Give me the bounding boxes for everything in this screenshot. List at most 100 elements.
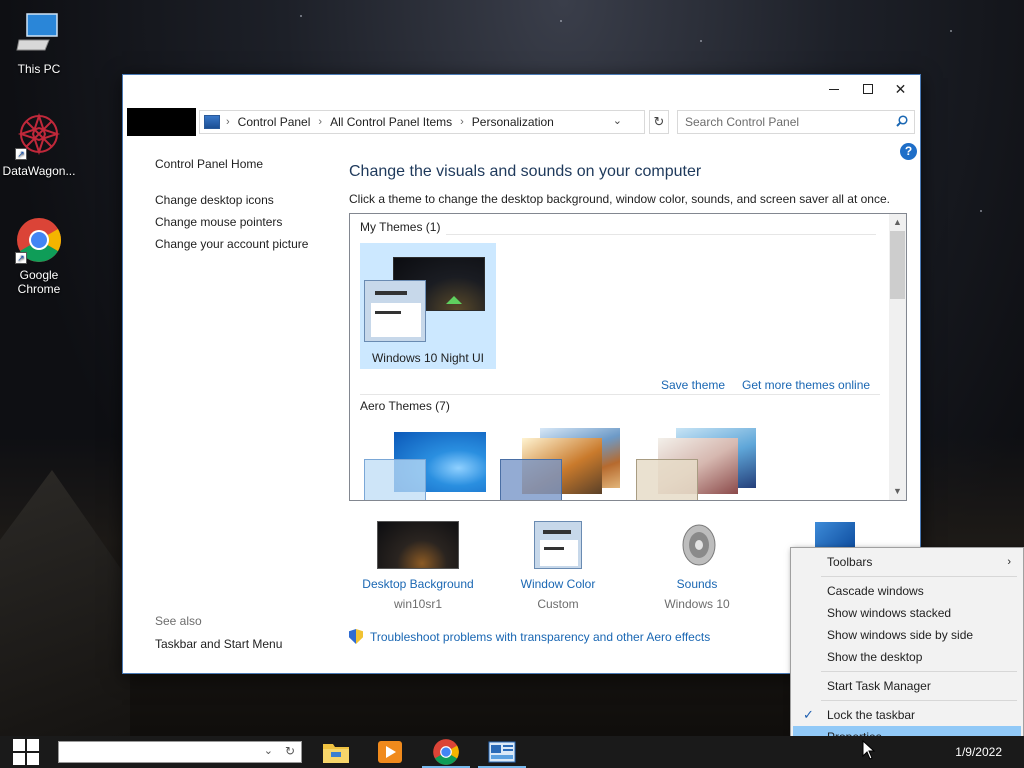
sidebar-item-change-desktop-icons[interactable]: Change desktop icons	[155, 193, 335, 207]
star	[700, 40, 702, 42]
desktop-icon-datawagon[interactable]: ↗ DataWagon...	[1, 112, 77, 178]
sounds-setting[interactable]: Sounds Windows 10	[637, 521, 757, 611]
taskbar-media-player[interactable]	[364, 736, 416, 768]
menu-separator	[821, 576, 1017, 577]
tent-graphic	[446, 296, 462, 304]
taskbar-clock-date[interactable]: 1/9/2022	[955, 745, 1002, 759]
desktop-icon-label: This PC	[17, 62, 61, 76]
desktop-icon-google-chrome[interactable]: ↗ Google Chrome	[1, 216, 77, 296]
datawagon-icon: ↗	[15, 112, 63, 160]
troubleshoot-aero-link[interactable]: Troubleshoot problems with transparency …	[349, 629, 710, 644]
menu-item-show-windows-stacked[interactable]: Show windows stacked	[793, 602, 1021, 624]
sidebar-item-change-account-picture[interactable]: Change your account picture	[155, 237, 335, 251]
chrome-icon: ↗	[15, 216, 63, 264]
breadcrumb-item[interactable]: Control Panel	[238, 115, 311, 129]
windows-logo-icon	[13, 739, 39, 765]
vertical-scrollbar[interactable]: ▲ ▼	[889, 214, 906, 500]
control-panel-icon	[488, 741, 516, 763]
themes-list[interactable]: My Themes (1) Windows 10 Night UI Save t…	[349, 213, 907, 501]
chevron-down-icon[interactable]: ⌄	[264, 744, 273, 757]
refresh-icon[interactable]: ↻	[285, 744, 295, 758]
menu-item-label: Show windows side by side	[827, 628, 974, 642]
star	[950, 30, 952, 32]
desktop-background-setting[interactable]: Desktop Background win10sr1	[358, 521, 478, 611]
breadcrumb[interactable]: › Control Panel › All Control Panel Item…	[199, 110, 645, 134]
window-bar	[375, 291, 407, 295]
title-bar[interactable]: ✕	[123, 75, 920, 105]
star	[980, 210, 982, 212]
menu-item-start-task-manager[interactable]: Start Task Manager	[793, 675, 1021, 697]
search-placeholder: Search Control Panel	[685, 115, 800, 129]
search-icon[interactable]	[896, 115, 908, 127]
shortcut-arrow-icon: ↗	[15, 148, 27, 160]
window-color-icon	[534, 521, 582, 569]
desktop-icon-this-pc[interactable]: This PC	[1, 10, 77, 76]
menu-item-toolbars[interactable]: Toolbars ›	[793, 551, 1021, 573]
search-input[interactable]: Search Control Panel	[677, 110, 915, 134]
chevron-down-icon[interactable]: ⌄	[613, 114, 622, 127]
control-panel-icon	[204, 115, 220, 129]
taskbar-address-input[interactable]: ⌄ ↻	[58, 741, 302, 763]
chrome-icon	[433, 739, 459, 765]
maximize-icon	[862, 84, 873, 94]
media-player-icon	[378, 741, 402, 763]
navigation-buttons-redacted[interactable]	[127, 108, 196, 136]
menu-separator	[821, 671, 1017, 672]
refresh-button[interactable]: ↻	[649, 110, 669, 134]
close-button[interactable]: ✕	[884, 75, 917, 103]
scroll-up-icon[interactable]: ▲	[889, 214, 906, 231]
folder-icon	[323, 744, 349, 763]
setting-value: Custom	[537, 597, 579, 611]
window-color-setting[interactable]: Window Color Custom	[498, 521, 618, 611]
window-body	[540, 540, 578, 566]
chevron-right-icon: ›	[318, 116, 323, 128]
star	[560, 20, 562, 22]
theme-tile-windows-10-night-ui[interactable]: Windows 10 Night UI	[360, 243, 496, 369]
get-more-themes-link[interactable]: Get more themes online	[742, 378, 870, 392]
help-icon[interactable]: ?	[900, 143, 917, 160]
sidebar-item-control-panel-home[interactable]: Control Panel Home	[155, 157, 335, 171]
scrollbar-thumb[interactable]	[890, 231, 905, 299]
window-body	[371, 303, 421, 337]
menu-item-label: Toolbars	[827, 555, 873, 569]
setting-label[interactable]: Desktop Background	[358, 577, 478, 591]
my-themes-header: My Themes (1)	[360, 220, 441, 234]
sidebar-item-change-mouse-pointers[interactable]: Change mouse pointers	[155, 215, 335, 229]
breadcrumb-item[interactable]: Personalization	[472, 115, 554, 129]
theme-label: Windows 10 Night UI	[371, 351, 485, 365]
taskbar-google-chrome[interactable]	[420, 736, 472, 768]
menu-item-label: Show the desktop	[827, 650, 923, 664]
theme-window-color-thumbnail	[500, 459, 562, 500]
aero-themes-header: Aero Themes (7)	[360, 399, 450, 413]
start-button[interactable]	[0, 736, 52, 768]
taskbar-file-explorer[interactable]	[310, 736, 362, 768]
theme-tile-characters[interactable]	[636, 428, 760, 500]
see-also-taskbar-link[interactable]: Taskbar and Start Menu	[155, 637, 282, 651]
menu-item-lock-the-taskbar[interactable]: ✓ Lock the taskbar	[793, 704, 1021, 726]
taskbar-control-panel[interactable]	[476, 736, 528, 768]
page-subtitle: Click a theme to change the desktop back…	[349, 192, 890, 206]
minimize-button[interactable]	[817, 75, 850, 103]
troubleshoot-label: Troubleshoot problems with transparency …	[370, 629, 711, 644]
theme-tile-windows[interactable]	[364, 432, 488, 500]
menu-item-show-windows-side-by-side[interactable]: Show windows side by side	[793, 624, 1021, 646]
chevron-right-icon: ›	[460, 116, 464, 128]
menu-item-label: Start Task Manager	[827, 679, 931, 693]
save-theme-link[interactable]: Save theme	[661, 378, 725, 392]
setting-label[interactable]: Window Color	[498, 577, 618, 591]
address-bar: › Control Panel › All Control Panel Item…	[127, 108, 915, 136]
checkmark-icon: ✓	[803, 707, 814, 722]
theme-tile-architecture[interactable]	[500, 428, 624, 500]
group-divider	[446, 234, 876, 235]
group-divider	[360, 394, 880, 395]
close-icon: ✕	[894, 80, 907, 97]
breadcrumb-item[interactable]: All Control Panel Items	[330, 115, 452, 129]
maximize-button[interactable]	[851, 75, 884, 103]
scroll-down-icon[interactable]: ▼	[889, 483, 906, 500]
menu-item-show-the-desktop[interactable]: Show the desktop	[793, 646, 1021, 668]
setting-label[interactable]: Sounds	[637, 577, 757, 591]
menu-item-cascade-windows[interactable]: Cascade windows	[793, 580, 1021, 602]
theme-window-color-thumbnail	[364, 280, 426, 342]
minimize-icon	[828, 88, 839, 90]
screen-saver-icon	[815, 522, 855, 548]
